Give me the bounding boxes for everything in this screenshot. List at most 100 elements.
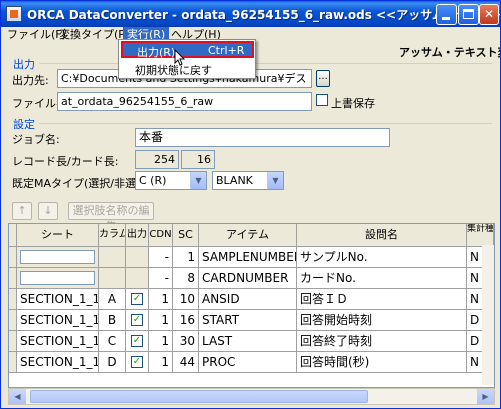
row-header[interactable] <box>9 310 17 331</box>
browse-button[interactable]: ... <box>316 70 330 87</box>
maximize-icon <box>463 9 474 19</box>
grid-cell-item[interactable]: LAST <box>199 331 297 352</box>
job-name-field[interactable]: 本番 <box>135 128 390 147</box>
grid-cell-output[interactable]: ✓ <box>126 289 149 310</box>
grid-cell-item[interactable]: SAMPLENUMBER <box>199 247 297 268</box>
grid-cell-cdn[interactable]: 1 <box>149 289 173 310</box>
sheet-select[interactable] <box>20 250 95 264</box>
grid-cell-cdn[interactable]: 1 <box>149 310 173 331</box>
scroll-left-icon[interactable]: ◀ <box>9 389 26 404</box>
grid-vertical-scrollbar[interactable] <box>482 245 494 385</box>
grid-cell-cdn[interactable]: - <box>149 268 173 289</box>
grid-cell-item[interactable]: START <box>199 310 297 331</box>
grid-cell-column[interactable]: D <box>99 352 126 373</box>
scroll-thumb[interactable] <box>30 390 368 403</box>
grid-cell-sheet[interactable]: SECTION_1_1 <box>17 331 99 352</box>
ma-selected-value: C (R) <box>139 174 167 187</box>
grid-cell-item[interactable]: ANSID <box>199 289 297 310</box>
grid-cell-output[interactable]: ✓ <box>126 310 149 331</box>
grid-cell-sc[interactable]: 44 <box>173 352 199 373</box>
grid-cell-question[interactable]: 回答開始時刻 <box>297 310 467 331</box>
row-header[interactable] <box>9 289 17 310</box>
row-header[interactable] <box>9 331 17 352</box>
window-title: ORCA DataConverter - ordata_96254155_6_r… <box>27 8 501 22</box>
grid-cell-column[interactable]: A <box>99 289 126 310</box>
col-header-question[interactable]: 設問名 <box>297 224 467 247</box>
grid-cell-sc[interactable]: 16 <box>173 310 199 331</box>
output-checkbox[interactable]: ✓ <box>131 355 143 368</box>
output-section-label: 出力 <box>13 58 35 71</box>
conversion-type-caption: アッサム・テキスト変換 <box>399 46 500 59</box>
filename-field[interactable]: at_ordata_96254155_6_raw <box>57 92 312 111</box>
grid-cell-output <box>126 268 149 289</box>
grid-cell-column[interactable]: C <box>99 331 126 352</box>
minimize-button[interactable] <box>436 4 457 25</box>
move-down-button[interactable]: ↓ <box>38 202 58 220</box>
grid-cell-sheet[interactable] <box>17 247 99 268</box>
col-header-type[interactable]: 集計種別 <box>467 224 494 247</box>
grid-cell-question[interactable]: 回答終了時刻 <box>297 331 467 352</box>
col-header-sc[interactable]: SC <box>173 224 199 247</box>
grid-cell-item[interactable]: CARDNUMBER <box>199 268 297 289</box>
card-length-field: 16 <box>181 150 215 169</box>
settings-divider <box>39 123 492 124</box>
grid-cell-output[interactable]: ✓ <box>126 331 149 352</box>
grid-cell-question[interactable]: カードNo. <box>297 268 467 289</box>
col-header-item[interactable]: アイテム <box>199 224 297 247</box>
menu-item-output-shortcut: Ctrl+R <box>208 44 245 57</box>
output-divider <box>39 63 492 64</box>
close-button[interactable]: ✕ <box>479 4 499 25</box>
dest-label: 出力先: <box>12 74 49 87</box>
ma-selected-select[interactable]: C (R) ▼ <box>135 171 207 190</box>
col-header-cdn[interactable]: CDN <box>149 224 173 247</box>
grid-cell-output[interactable]: ✓ <box>126 352 149 373</box>
title-bar[interactable]: ORCA DataConverter - ordata_96254155_6_r… <box>1 1 500 27</box>
grid-cell-column[interactable] <box>99 268 126 289</box>
grid-cell-item[interactable]: PROC <box>199 352 297 373</box>
output-checkbox[interactable]: ✓ <box>131 292 143 305</box>
grid-cell-sheet[interactable]: SECTION_1_1 <box>17 310 99 331</box>
grid-cell-sc[interactable]: 10 <box>173 289 199 310</box>
ma-type-label: 既定MAタイプ(選択/非選択): <box>12 177 156 190</box>
col-header-output[interactable]: 出力 <box>126 224 149 247</box>
grid-cell-sheet[interactable]: SECTION_1_1 <box>17 289 99 310</box>
sheet-select[interactable] <box>20 271 95 285</box>
row-header[interactable] <box>9 268 17 289</box>
col-header-sheet[interactable]: シート <box>17 224 99 247</box>
col-header-column[interactable]: カラム <box>99 224 126 247</box>
job-label: ジョブ名: <box>12 133 60 146</box>
grid-cell-question[interactable]: 回答ＩＤ <box>297 289 467 310</box>
grid-cell-column[interactable]: B <box>99 310 126 331</box>
grid-cell-sc[interactable]: 8 <box>173 268 199 289</box>
edit-choices-button[interactable]: 選択肢名称の編集 <box>68 202 154 233</box>
grid-cell-sheet[interactable]: SECTION_1_1 <box>17 352 99 373</box>
grid-cell-sheet[interactable] <box>17 268 99 289</box>
ma-unselected-select[interactable]: BLANK ▼ <box>212 171 284 190</box>
grid-cell-cdn[interactable]: 1 <box>149 352 173 373</box>
record-length-field: 254 <box>135 150 179 169</box>
grid-cell-sc[interactable]: 30 <box>173 331 199 352</box>
move-up-button[interactable]: ↑ <box>12 202 32 220</box>
mouse-cursor-icon <box>174 49 186 66</box>
menu-item-output[interactable]: 出力(R) Ctrl+R <box>121 41 254 59</box>
grid-cell-column[interactable] <box>99 247 126 268</box>
app-icon <box>6 6 22 22</box>
row-header[interactable] <box>9 352 17 373</box>
overwrite-checkbox[interactable] <box>316 94 328 106</box>
grid-cell-cdn[interactable]: - <box>149 247 173 268</box>
grid-cell-cdn[interactable]: 1 <box>149 331 173 352</box>
output-checkbox[interactable]: ✓ <box>131 313 143 326</box>
grid-cell-question[interactable]: 回答時間(秒) <box>297 352 467 373</box>
overwrite-label: 上書保存 <box>331 97 375 110</box>
row-header[interactable] <box>9 247 17 268</box>
scroll-right-icon[interactable]: ▶ <box>477 389 494 404</box>
grid-cell-sc[interactable]: 1 <box>173 247 199 268</box>
chevron-down-icon: ▼ <box>267 172 283 189</box>
chevron-down-icon: ▼ <box>190 172 206 189</box>
grid-horizontal-scrollbar[interactable]: ◀ ▶ <box>8 388 495 405</box>
output-checkbox[interactable]: ✓ <box>131 334 143 347</box>
grid-cell-question[interactable]: サンプルNo. <box>297 247 467 268</box>
run-menu-dropdown: 出力(R) Ctrl+R 初期状態に戻す <box>118 39 256 79</box>
close-icon: ✕ <box>483 7 495 21</box>
maximize-button[interactable] <box>458 4 479 25</box>
